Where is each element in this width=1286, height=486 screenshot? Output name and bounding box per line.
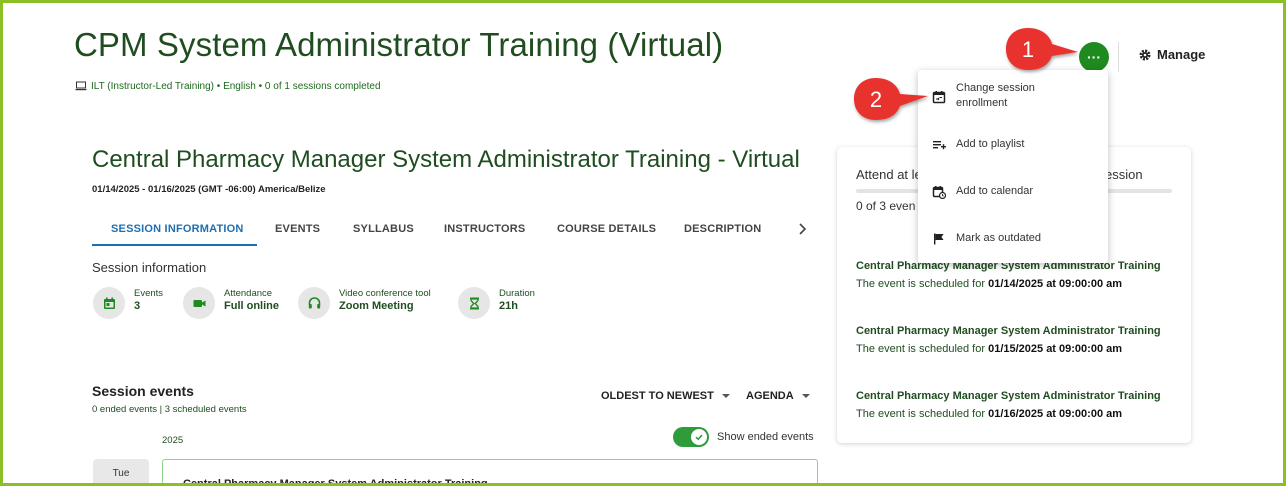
more-options-menu: Change session enrollment Add to playlis… bbox=[918, 70, 1108, 263]
chevron-right-icon[interactable] bbox=[796, 222, 808, 236]
scheduled-event-title: Central Pharmacy Manager System Administ… bbox=[856, 325, 1161, 337]
scheduled-event-prefix: The event is scheduled for bbox=[856, 343, 989, 355]
laptop-icon bbox=[75, 81, 87, 91]
show-ended-events-toggle[interactable]: Show ended events bbox=[673, 427, 814, 447]
scheduled-event-datetime: 01/16/2025 at 09:00:00 am bbox=[988, 408, 1123, 420]
attendance-count: 0 of 3 even bbox=[856, 199, 916, 213]
callout-1-number: 1 bbox=[1022, 37, 1034, 62]
callout-1: 1 bbox=[1000, 24, 1078, 74]
check-icon bbox=[695, 434, 703, 441]
side-panel-heading-tail: ession bbox=[1105, 167, 1143, 182]
menu-item-mark-as-outdated[interactable]: Mark as outdated bbox=[918, 224, 1108, 254]
info-value: Zoom Meeting bbox=[339, 300, 414, 312]
flag-icon bbox=[934, 233, 944, 245]
gear-icon bbox=[1139, 49, 1151, 60]
session-events-subtitle: 0 ended events | 3 scheduled events bbox=[92, 404, 247, 415]
tab-course-details[interactable]: Course details bbox=[557, 223, 656, 235]
event-card-title: Central Pharmacy Manager System Administ… bbox=[183, 478, 488, 486]
hourglass-icon bbox=[469, 297, 479, 309]
sort-order-label: OLDEST TO NEWEST bbox=[601, 390, 714, 402]
year-label: 2025 bbox=[162, 435, 184, 446]
info-label: Attendance bbox=[224, 288, 273, 299]
course-meta: ILT (Instructor-Led Training) • English … bbox=[75, 80, 381, 92]
tab-syllabus[interactable]: Syllabus bbox=[353, 223, 414, 235]
sort-order-dropdown[interactable]: OLDEST TO NEWEST bbox=[601, 390, 730, 402]
event-card[interactable]: Central Pharmacy Manager System Administ… bbox=[162, 459, 818, 486]
tab-session-information[interactable]: Session information bbox=[111, 223, 244, 235]
tab-instructors[interactable]: Instructors bbox=[444, 223, 525, 235]
calendar-change-icon bbox=[932, 91, 946, 104]
scheduled-event-datetime: 01/14/2025 at 09:00:00 am bbox=[988, 278, 1123, 290]
info-label: Events bbox=[134, 288, 164, 299]
menu-item-add-to-calendar[interactable]: Add to calendar bbox=[918, 177, 1108, 207]
caret-down-icon bbox=[801, 394, 810, 398]
scheduled-event-prefix: The event is scheduled for bbox=[856, 408, 989, 420]
day-chip: Tue bbox=[93, 459, 149, 486]
info-video-conference-tool: Video conference tool Zoom Meeting bbox=[298, 287, 431, 319]
menu-item-label-line2: enrollment bbox=[956, 97, 1008, 109]
info-value: Full online bbox=[224, 300, 279, 312]
session-events-title: Session events bbox=[92, 383, 194, 399]
info-events: Events 3 bbox=[93, 287, 163, 319]
course-meta-text: ILT (Instructor-Led Training) • English … bbox=[91, 80, 381, 92]
video-camera-icon bbox=[193, 299, 205, 307]
scheduled-event-prefix: The event is scheduled for bbox=[856, 278, 989, 290]
tab-description[interactable]: Description bbox=[684, 223, 761, 235]
scheduled-event-item: Central Pharmacy Manager System Administ… bbox=[856, 260, 1161, 290]
view-mode-dropdown[interactable]: AGENDA bbox=[746, 390, 810, 402]
manage-label: Manage bbox=[1157, 47, 1206, 62]
headset-icon bbox=[308, 296, 320, 308]
menu-item-label: Add to playlist bbox=[956, 138, 1025, 150]
info-label: Video conference tool bbox=[339, 288, 431, 299]
menu-item-add-to-playlist[interactable]: Add to playlist bbox=[918, 130, 1108, 160]
menu-item-change-session-enrollment[interactable]: Change session enrollment bbox=[918, 78, 1108, 118]
view-mode-label: AGENDA bbox=[746, 390, 794, 402]
menu-item-label: Mark as outdated bbox=[956, 232, 1041, 244]
scheduled-event-item: Central Pharmacy Manager System Administ… bbox=[856, 390, 1161, 420]
caret-down-icon bbox=[721, 394, 730, 398]
playlist-add-icon bbox=[933, 141, 946, 150]
course-title: Central Pharmacy Manager System Administ… bbox=[92, 146, 800, 173]
tab-bar: Session information Events Syllabus Inst… bbox=[92, 216, 818, 246]
page-title: CPM System Administrator Training (Virtu… bbox=[74, 26, 724, 63]
calendar-icon bbox=[103, 297, 115, 309]
info-value: 3 bbox=[134, 300, 141, 312]
callout-2-number: 2 bbox=[870, 87, 882, 112]
course-dates: 01/14/2025 - 01/16/2025 (GMT -06:00) Ame… bbox=[92, 184, 326, 195]
scheduled-event-title: Central Pharmacy Manager System Administ… bbox=[856, 390, 1161, 402]
scheduled-event-datetime: 01/15/2025 at 09:00:00 am bbox=[988, 343, 1123, 355]
menu-item-label: Change session bbox=[956, 82, 1035, 94]
toggle-label: Show ended events bbox=[717, 431, 814, 443]
info-attendance: Attendance Full online bbox=[183, 287, 279, 319]
active-tab-indicator bbox=[92, 244, 257, 246]
menu-item-label: Add to calendar bbox=[956, 185, 1034, 197]
manage-button[interactable]: Manage bbox=[1138, 47, 1205, 62]
scheduled-event-item: Central Pharmacy Manager System Administ… bbox=[856, 325, 1161, 355]
side-panel-heading: Attend at le bbox=[856, 167, 922, 182]
tab-events[interactable]: Events bbox=[275, 223, 320, 235]
header-divider bbox=[1118, 42, 1119, 72]
more-options-button[interactable]: ··· bbox=[1079, 42, 1109, 72]
info-label: Duration bbox=[499, 288, 535, 299]
calendar-add-icon bbox=[932, 186, 946, 199]
info-value: 21h bbox=[499, 300, 518, 312]
toggle-switch[interactable] bbox=[673, 427, 709, 447]
session-info-title: Session information bbox=[92, 260, 207, 275]
callout-2: 2 bbox=[848, 74, 928, 124]
info-duration: Duration 21h bbox=[458, 287, 535, 319]
